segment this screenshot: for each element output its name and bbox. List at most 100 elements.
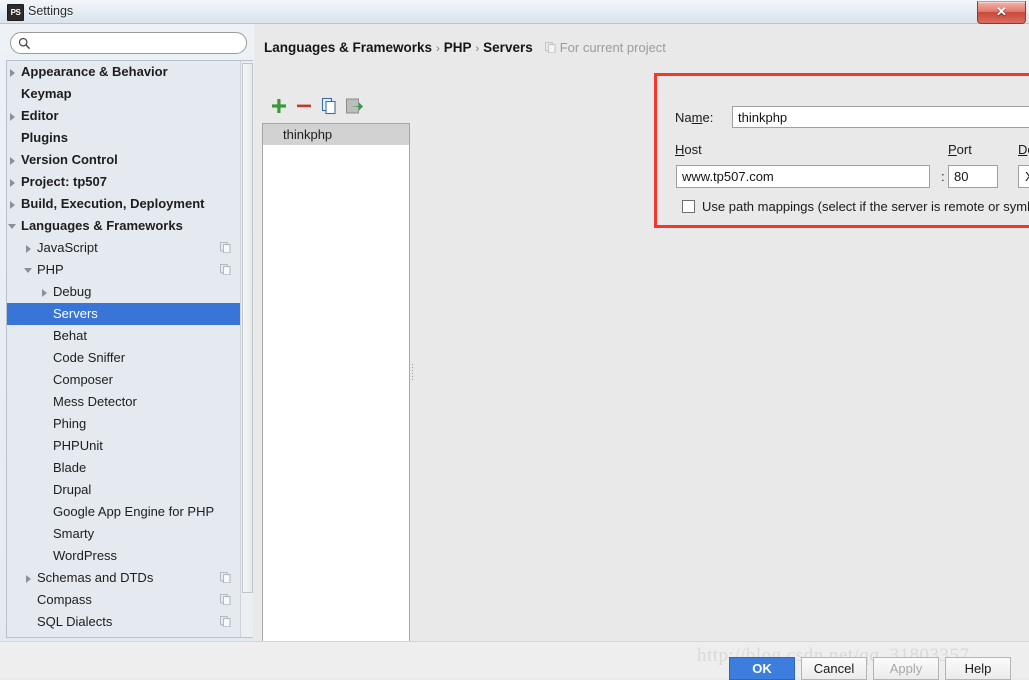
app-icon: PS [7, 4, 24, 21]
settings-main-panel: Languages & Frameworks › PHP › Servers For cu… [254, 24, 1029, 654]
sidebar-item-mess-detector[interactable]: Mess Detector [7, 391, 241, 413]
plus-icon [272, 99, 286, 113]
copy-icon [220, 616, 231, 627]
sidebar-item-label: Blade [53, 460, 87, 475]
import-icon [346, 98, 363, 114]
debugger-selected-value: Xdebug [1025, 169, 1029, 184]
sidebar-item-label: Drupal [53, 482, 92, 497]
server-list[interactable]: thinkphp [262, 123, 410, 654]
chevron-right-icon[interactable] [7, 149, 21, 171]
sidebar-item-wordpress[interactable]: WordPress [7, 545, 241, 567]
sidebar-item-schemas-and-dtds[interactable]: Schemas and DTDs [7, 567, 241, 589]
tree-scrollbar-thumb[interactable] [242, 63, 253, 593]
ok-button[interactable]: OK [729, 657, 795, 680]
server-detail-form: Name: Shared Host : Port Debugger Xdebug… [414, 24, 1029, 641]
sidebar-item-code-sniffer[interactable]: Code Sniffer [7, 347, 241, 369]
sidebar-item-google-app-engine-for-php[interactable]: Google App Engine for PHP [7, 501, 241, 523]
minus-icon [297, 104, 311, 108]
sidebar-item-version-control[interactable]: Version Control [7, 149, 241, 171]
host-input[interactable] [676, 165, 930, 188]
sidebar-item-label: Phing [53, 416, 87, 431]
sidebar-item-label: Project: tp507 [21, 174, 107, 189]
list-item[interactable]: thinkphp [263, 124, 409, 145]
chevron-down-icon[interactable] [7, 215, 21, 237]
sidebar-item-compass[interactable]: Compass [7, 589, 241, 611]
settings-tree: Appearance & Behavior Keymap Editor Plugins… [7, 61, 241, 637]
chevron-right-icon[interactable] [23, 237, 37, 259]
sidebar-item-label: Behat [53, 328, 87, 343]
sidebar-item-label: Google App Engine for PHP [53, 504, 215, 519]
chevron-right-icon[interactable] [7, 193, 21, 215]
sidebar-item-label: PHPUnit [53, 438, 103, 453]
sidebar-item-label: Appearance & Behavior [21, 64, 168, 79]
debugger-label: Debugger [1018, 142, 1029, 157]
sidebar-item-behat[interactable]: Behat [7, 325, 241, 347]
port-input[interactable] [948, 165, 998, 188]
sidebar-item-phing[interactable]: Phing [7, 413, 241, 435]
sidebar-item-label: Schemas and DTDs [37, 570, 154, 585]
close-icon: ✕ [996, 4, 1007, 19]
sidebar-item-label: Servers [53, 306, 98, 321]
sidebar-item-servers[interactable]: Servers [7, 303, 241, 325]
sidebar-item-debug[interactable]: Debug [7, 281, 241, 303]
breadcrumb-crumb[interactable]: Languages & Frameworks [264, 40, 432, 55]
chevron-right-icon[interactable] [39, 281, 53, 303]
search-box[interactable] [10, 32, 247, 54]
chevron-right-icon[interactable] [7, 171, 21, 193]
chevron-right-icon[interactable] [23, 567, 37, 589]
sidebar-item-javascript[interactable]: JavaScript [7, 237, 241, 259]
port-label: Port [948, 142, 972, 157]
window-title: Settings [28, 4, 74, 18]
sidebar-item-composer[interactable]: Composer [7, 369, 241, 391]
sidebar-item-label: Debug [53, 284, 92, 299]
sidebar-item-label: WordPress [53, 548, 118, 563]
sidebar-item-php[interactable]: PHP [7, 259, 241, 281]
debugger-select[interactable]: Xdebug [1018, 165, 1029, 188]
sidebar-item-label: SQL Dialects [37, 614, 113, 629]
sidebar-item-label: Editor [21, 108, 59, 123]
sidebar-item-label: JavaScript [37, 240, 98, 255]
copy-server-button[interactable] [318, 95, 340, 117]
sidebar-item-label: Version Control [21, 152, 118, 167]
sidebar-item-sql-dialects[interactable]: SQL Dialects [7, 611, 241, 633]
search-input[interactable] [35, 35, 244, 54]
path-mappings-checkbox[interactable] [682, 200, 695, 213]
sidebar-item-keymap[interactable]: Keymap [7, 83, 241, 105]
sidebar-item-drupal[interactable]: Drupal [7, 479, 241, 501]
copy-icon [220, 242, 231, 253]
help-button[interactable]: Help [945, 657, 1011, 680]
copy-icon [220, 264, 231, 275]
close-button[interactable]: ✕ [977, 1, 1026, 24]
sidebar-item-label: Composer [53, 372, 113, 387]
sidebar-item-plugins[interactable]: Plugins [7, 127, 241, 149]
sidebar-item-template-data-languages[interactable]: Template Data Languages [7, 633, 241, 637]
import-server-button[interactable] [343, 95, 365, 117]
sidebar-item-appearance-behavior[interactable]: Appearance & Behavior [7, 61, 241, 83]
chevron-down-icon[interactable] [23, 259, 37, 281]
tree-scrollbar[interactable] [240, 61, 253, 637]
chevron-right-icon[interactable] [7, 61, 21, 83]
sidebar-item-project-tp507[interactable]: Project: tp507 [7, 171, 241, 193]
copy-icon [321, 97, 336, 115]
sidebar-item-languages-frameworks[interactable]: Languages & Frameworks [7, 215, 241, 237]
sidebar-item-label: Keymap [21, 86, 72, 101]
remove-server-button[interactable] [293, 95, 315, 117]
sidebar-item-label: PHP [37, 262, 64, 277]
copy-icon [220, 594, 231, 605]
sidebar-item-label: Code Sniffer [53, 350, 126, 365]
sidebar-item-build-execution-deployment[interactable]: Build, Execution, Deployment [7, 193, 241, 215]
sidebar-item-smarty[interactable]: Smarty [7, 523, 241, 545]
sidebar-item-blade[interactable]: Blade [7, 457, 241, 479]
copy-icon [220, 572, 231, 583]
settings-window: PS Settings ✕ Appearance & Behavior Keyma… [0, 0, 1029, 680]
cancel-button[interactable]: Cancel [801, 657, 867, 680]
sidebar-item-editor[interactable]: Editor [7, 105, 241, 127]
sidebar-item-label: Compass [37, 592, 92, 607]
sidebar-item-label: Smarty [53, 526, 95, 541]
name-input[interactable] [732, 106, 1029, 128]
chevron-right-icon[interactable] [7, 105, 21, 127]
server-toolbar [262, 95, 412, 119]
sidebar-item-phpunit[interactable]: PHPUnit [7, 435, 241, 457]
add-server-button[interactable] [268, 95, 290, 117]
host-label: Host [675, 142, 702, 157]
